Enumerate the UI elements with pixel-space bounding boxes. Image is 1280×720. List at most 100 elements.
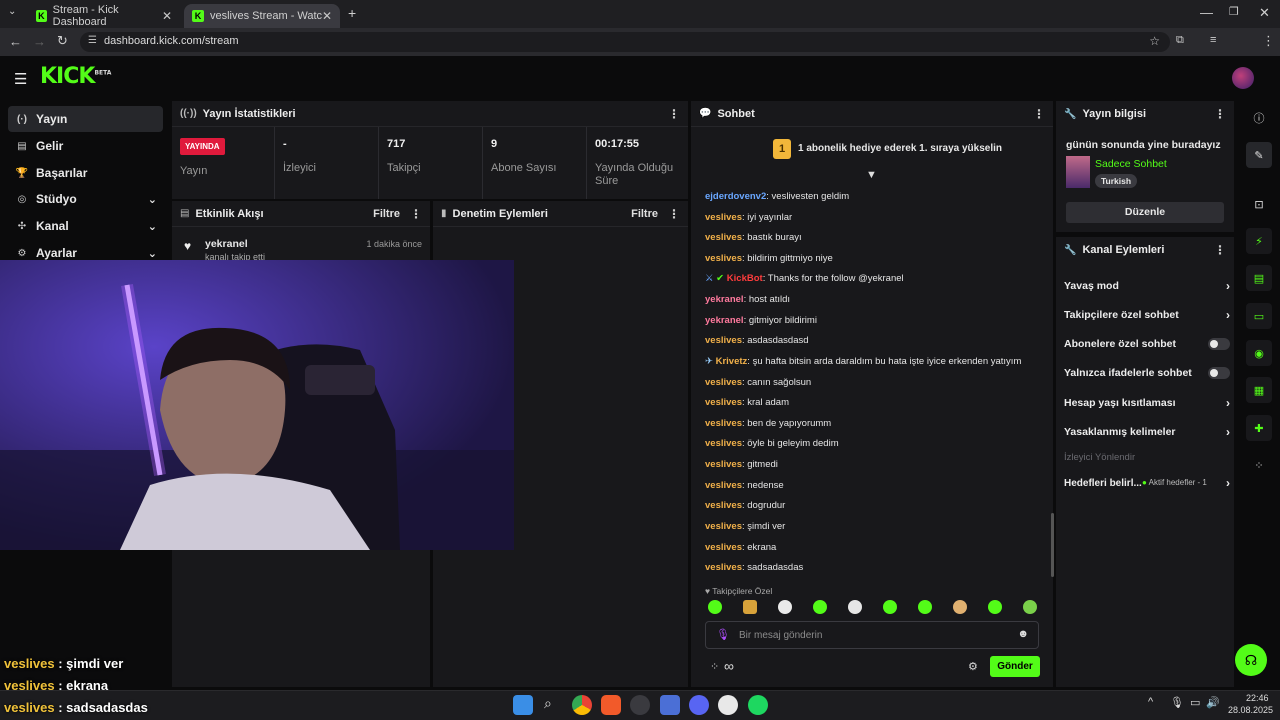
chat-username[interactable]: veslives <box>705 253 742 264</box>
app-icon[interactable] <box>718 695 738 715</box>
user-avatar[interactable] <box>1232 67 1254 89</box>
sidebar-item-studyo[interactable]: ◎ Stüdyo ⌄ <box>8 186 163 212</box>
tab-search-icon[interactable]: ⌄ <box>8 6 16 17</box>
chat-scrollbar[interactable] <box>1051 513 1054 577</box>
points-icon[interactable]: ⁘ <box>710 660 719 673</box>
emote-icon[interactable] <box>883 600 897 614</box>
chat-bubble-icon[interactable]: ▭ <box>1246 303 1272 329</box>
browser-menu-icon[interactable]: ⋮ <box>1262 33 1275 49</box>
more-tools-icon[interactable]: ⁘ <box>1246 452 1272 478</box>
send-button[interactable]: Gönder <box>990 656 1040 677</box>
media-icon[interactable]: ≡ <box>1210 34 1216 46</box>
chat-username[interactable]: yekranel <box>705 315 744 326</box>
obs-app-icon[interactable] <box>630 695 650 715</box>
sidebar-item-gelir[interactable]: ▤ Gelir <box>8 133 163 159</box>
back-icon[interactable]: ← <box>9 34 22 49</box>
chat-username[interactable]: veslives <box>705 542 742 553</box>
emote-icon[interactable] <box>743 600 757 614</box>
chat-username[interactable]: veslives <box>705 521 742 532</box>
chat-username[interactable]: veslives <box>705 438 742 449</box>
chat-username[interactable]: veslives <box>705 418 742 429</box>
emote-icon[interactable] <box>1023 600 1037 614</box>
hamburger-menu-icon[interactable]: ☰ <box>14 70 27 88</box>
wrench-icon[interactable]: ✚ <box>1246 415 1272 441</box>
chrome-app-icon[interactable] <box>572 695 592 715</box>
emote-icon[interactable] <box>778 600 792 614</box>
discord-app-icon[interactable] <box>689 695 709 715</box>
browser-tab-stream[interactable]: K veslives Stream - Watch Live on Kick ✕ <box>184 4 340 28</box>
gift-leaderboard-banner[interactable]: 1 1 abonelik hediye ederek 1. sıraya yük… <box>773 139 1003 159</box>
emote-icon[interactable] <box>848 600 862 614</box>
chat-username[interactable]: KickBot <box>727 273 763 284</box>
redirect-viewers-label[interactable]: İzleyici Yönlendir <box>1064 452 1135 463</box>
chat-username[interactable]: veslives <box>705 212 742 223</box>
goals-row[interactable]: Hedefleri belirl... ● Aktif hedefler - 1… <box>1064 476 1230 490</box>
panels-icon[interactable]: ▦ <box>1246 377 1272 403</box>
emote-icon[interactable] <box>708 600 722 614</box>
sidebar-item-kanal[interactable]: ✣ Kanal ⌄ <box>8 213 163 239</box>
microphone-icon[interactable]: 🎙 <box>716 628 730 641</box>
more-options-icon[interactable]: ⋮ <box>1214 243 1226 257</box>
emotes-only-toggle[interactable] <box>1208 367 1230 379</box>
chat-settings-icon[interactable]: ⚙ <box>968 660 978 673</box>
bookmark-star-icon[interactable]: ☆ <box>1149 34 1160 48</box>
chat-username[interactable]: yekranel <box>705 294 744 305</box>
clock-date[interactable]: 28.08.2025 <box>1228 705 1273 715</box>
slow-mode-row[interactable]: Yavaş mod › <box>1064 279 1230 293</box>
more-options-icon[interactable]: ⋮ <box>1033 107 1045 121</box>
close-tab-icon[interactable]: ✕ <box>322 9 332 23</box>
list-icon[interactable]: ▤ <box>1246 265 1272 291</box>
chat-username[interactable]: Krivetz <box>716 356 748 367</box>
support-headset-icon[interactable]: ☊ <box>1235 644 1267 676</box>
brave-app-icon[interactable] <box>601 695 621 715</box>
clock-time[interactable]: 22:46 <box>1246 693 1269 703</box>
edit-button[interactable]: Düzenle <box>1066 202 1224 223</box>
kick-logo[interactable]: KICKBETA <box>40 64 111 89</box>
emoji-icon[interactable]: ☻ <box>1017 628 1029 640</box>
emote-icon[interactable] <box>988 600 1002 614</box>
chat-username[interactable]: veslives <box>705 562 742 573</box>
more-options-icon[interactable]: ⋮ <box>668 107 680 121</box>
edit-pencil-icon[interactable]: ✎ <box>1246 142 1272 168</box>
browser-tab-dashboard[interactable]: K Stream - Kick Dashboard ✕ <box>28 4 180 28</box>
window-close-icon[interactable]: ✕ <box>1259 5 1270 21</box>
spotify-app-icon[interactable] <box>748 695 768 715</box>
chat-username[interactable]: veslives <box>705 335 742 346</box>
volume-icon[interactable]: 🔊 <box>1206 696 1220 709</box>
reload-icon[interactable]: ↻ <box>57 33 68 49</box>
subscribers-only-toggle[interactable] <box>1208 338 1230 350</box>
emote-icon[interactable] <box>813 600 827 614</box>
forward-icon[interactable]: → <box>33 34 46 49</box>
lightning-icon[interactable]: ⚡ <box>1246 228 1272 254</box>
extensions-icon[interactable]: ⧉ <box>1176 34 1184 47</box>
chat-username[interactable]: veslives <box>705 459 742 470</box>
activity-filter-button[interactable]: Filtre <box>373 208 400 220</box>
app-icon[interactable] <box>660 695 680 715</box>
sidebar-item-yayin[interactable]: (·) Yayın <box>8 106 163 132</box>
chat-username[interactable]: ejderdovenv2 <box>705 191 766 202</box>
category-link[interactable]: Sadece Sohbet <box>1095 158 1167 170</box>
emote-icon[interactable] <box>918 600 932 614</box>
banned-words-row[interactable]: Yasaklanmış kelimeler › <box>1064 425 1230 439</box>
more-options-icon[interactable]: ⋮ <box>668 207 680 221</box>
followers-only-row[interactable]: Takipçilere özel sohbet › <box>1064 308 1230 322</box>
chat-username[interactable]: veslives <box>705 397 742 408</box>
windows-start-icon[interactable] <box>513 695 533 715</box>
close-tab-icon[interactable]: ✕ <box>162 9 172 23</box>
search-icon[interactable]: ⌕ <box>544 695 552 712</box>
pin-icon[interactable]: ▼ <box>866 169 877 181</box>
maximize-icon[interactable]: ❐ <box>1229 5 1239 18</box>
sidebar-item-basarilar[interactable]: 🏆 Başarılar <box>8 160 163 186</box>
new-tab-icon[interactable]: + <box>348 5 356 21</box>
chat-username[interactable]: veslives <box>705 377 742 388</box>
tray-chevron-icon[interactable]: ^ <box>1148 696 1153 708</box>
chat-username[interactable]: veslives <box>705 480 742 491</box>
capture-icon[interactable]: ⊡ <box>1246 191 1272 217</box>
moderation-filter-button[interactable]: Filtre <box>631 208 658 220</box>
info-icon[interactable]: ⓘ <box>1246 105 1272 131</box>
emote-icon[interactable] <box>953 600 967 614</box>
chat-input[interactable]: 🎙 Bir mesaj gönderin ☻ <box>705 621 1039 649</box>
chat-username[interactable]: veslives <box>705 232 742 243</box>
account-age-row[interactable]: Hesap yaşı kısıtlaması › <box>1064 396 1230 410</box>
chat-username[interactable]: veslives <box>705 500 742 511</box>
